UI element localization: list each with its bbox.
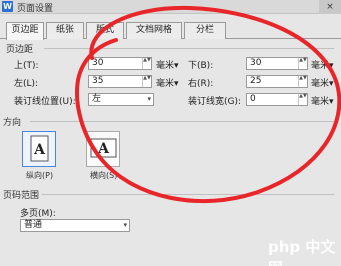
tab-margins[interactable]: 页边距 (6, 22, 44, 40)
watermark-text: php 中文网 (268, 238, 336, 266)
red-annotation-circle (75, 5, 341, 204)
